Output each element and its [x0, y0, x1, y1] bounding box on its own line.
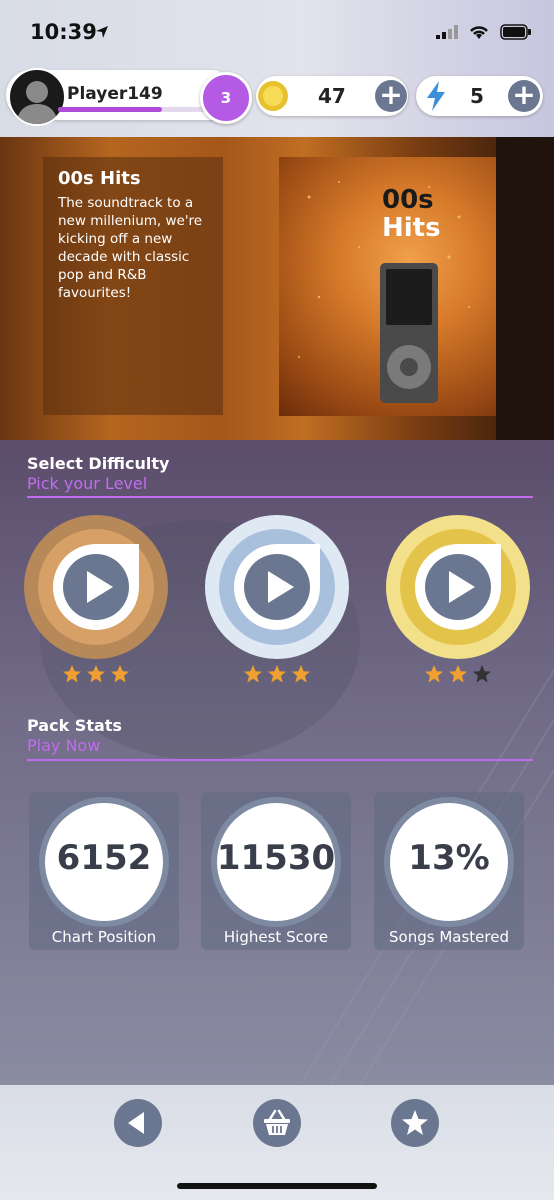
coins-value: 47	[318, 84, 346, 108]
pack-description: The soundtrack to a new millenium, we're…	[58, 195, 203, 301]
banner-shadow	[496, 137, 554, 440]
highest-score-value: 11530	[216, 838, 336, 878]
stats-subtitle: Play Now	[27, 736, 101, 755]
difficulty-divider	[27, 496, 533, 498]
star-filled-icon	[244, 665, 262, 683]
energy-value: 5	[470, 84, 484, 108]
difficulty-bronze-button[interactable]	[23, 514, 169, 660]
status-time: 10:39	[30, 20, 97, 44]
art-title-line1: 00s	[382, 185, 434, 215]
songs-mastered-label: Songs Mastered	[389, 928, 509, 946]
play-icon	[24, 515, 168, 659]
star-filled-icon	[87, 665, 105, 683]
wifi-icon	[470, 26, 488, 39]
play-icon	[205, 515, 349, 659]
star-filled-icon	[268, 665, 286, 683]
difficulty-gold-button[interactable]	[385, 514, 531, 660]
signal-icon	[436, 25, 458, 39]
silver-stars	[243, 664, 311, 684]
highest-score-label: Highest Score	[223, 928, 329, 946]
chart-position-value: 6152	[56, 838, 152, 878]
songs-mastered-value: 13%	[408, 838, 490, 878]
level-badge[interactable]: 3	[200, 72, 252, 124]
art-title-line2: Hits	[382, 213, 441, 243]
add-coins-button[interactable]: +	[375, 80, 407, 112]
pack-title: 00s Hits	[58, 168, 141, 189]
add-energy-button[interactable]: +	[508, 80, 540, 112]
coin-icon	[258, 81, 288, 111]
favorites-button[interactable]	[391, 1099, 439, 1147]
avatar[interactable]	[8, 68, 66, 126]
home-indicator[interactable]	[177, 1183, 377, 1189]
star-filled-icon	[425, 665, 443, 683]
stats-divider	[27, 759, 533, 761]
gold-stars	[424, 664, 492, 684]
star-filled-icon	[63, 665, 81, 683]
back-button[interactable]	[114, 1099, 162, 1147]
player-name: Player149	[67, 84, 163, 104]
battery-icon	[500, 24, 531, 40]
lightning-icon	[427, 81, 445, 111]
star-empty-icon	[473, 665, 491, 683]
difficulty-title: Select Difficulty	[27, 454, 170, 473]
basket-icon	[264, 1109, 290, 1135]
user-silhouette-icon	[16, 81, 58, 124]
xp-progress-fill	[58, 107, 162, 112]
star-filled-icon	[292, 665, 310, 683]
chart-position-label: Chart Position	[51, 928, 157, 946]
difficulty-subtitle: Pick your Level	[27, 474, 148, 493]
stats-title: Pack Stats	[27, 716, 122, 735]
status-icons	[436, 24, 532, 40]
star-icon	[402, 1110, 428, 1135]
play-icon	[386, 515, 530, 659]
difficulty-silver-button[interactable]	[204, 514, 350, 660]
location-arrow-icon	[96, 26, 108, 38]
star-filled-icon	[449, 665, 467, 683]
bronze-stars	[62, 664, 130, 684]
back-arrow-icon	[128, 1112, 144, 1134]
star-filled-icon	[111, 665, 129, 683]
shop-button[interactable]	[253, 1099, 301, 1147]
xp-progress-bar	[58, 107, 206, 112]
